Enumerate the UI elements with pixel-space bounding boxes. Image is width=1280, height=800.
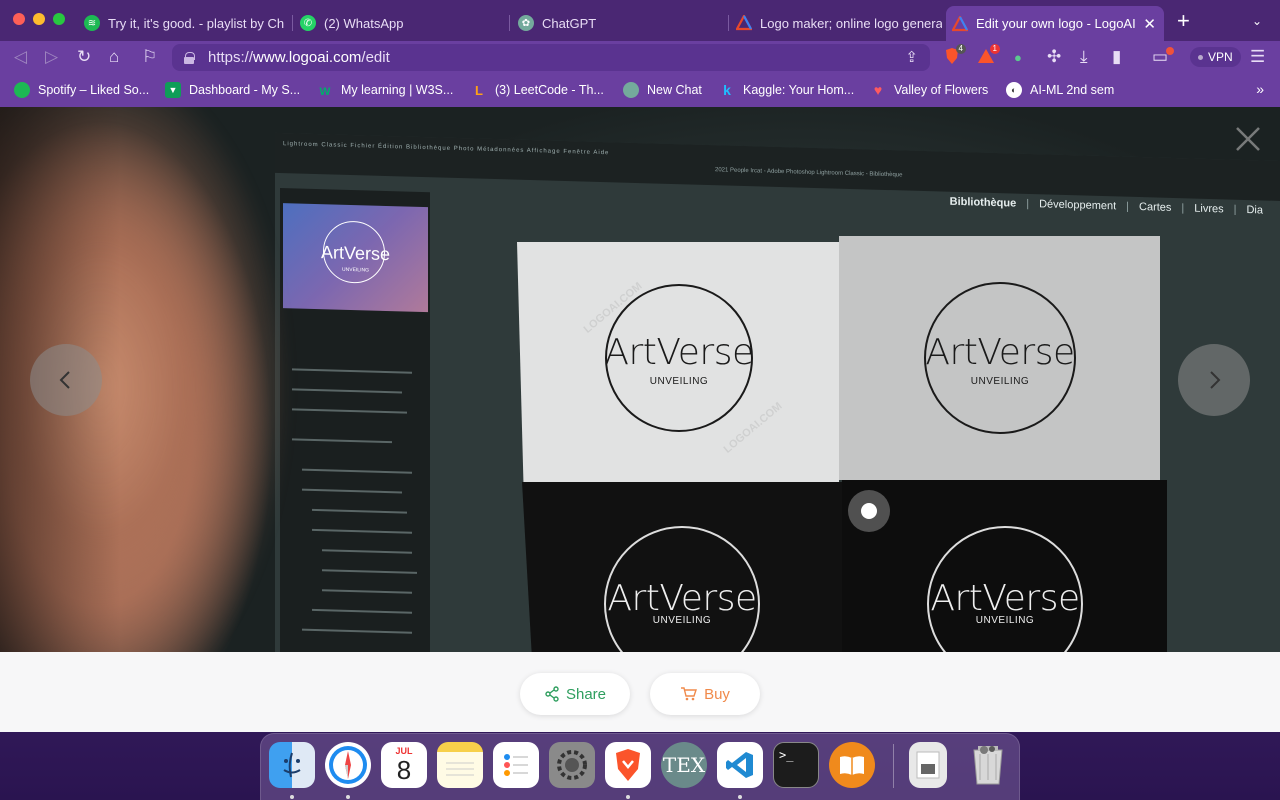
bookmark-dashboard[interactable]: ▼ Dashboard - My S...: [165, 80, 300, 100]
wallet-notification-dot: [1166, 47, 1174, 55]
logo-variant-dark-2: ArtVerse UNVEILING: [842, 480, 1167, 652]
trash-icon[interactable]: [965, 742, 1011, 788]
tab-spotify[interactable]: ≋ Try it, it's good. - playlist by Ch: [78, 8, 288, 38]
lock-icon: [184, 52, 195, 64]
tab-chatgpt[interactable]: ✿ ChatGPT: [512, 8, 722, 38]
pointer-cursor-indicator: [848, 490, 890, 532]
logo-variant-light-2: ArtVerse UNVEILING: [839, 236, 1160, 480]
globe-icon: ◐: [1006, 82, 1022, 98]
preview-doc-icon[interactable]: [909, 742, 947, 788]
tex-icon[interactable]: TEX: [661, 742, 707, 788]
vscode-icon[interactable]: [717, 742, 763, 788]
bookmark-new-chat[interactable]: New Chat: [623, 80, 702, 100]
reload-icon[interactable]: ↻: [77, 47, 91, 67]
browser-toolbar: ◁ ▷ ↻ ⌂ ⚐ https://www.logoai.com/edit ⇪ …: [0, 41, 1280, 73]
spotify-icon: [14, 82, 30, 98]
more-bookmarks-icon[interactable]: »: [1256, 81, 1264, 97]
finder-icon[interactable]: [269, 742, 315, 788]
airbnb-icon: ♥: [873, 82, 883, 98]
dashboard-icon: ▼: [165, 82, 181, 98]
sidebar-icon[interactable]: ▮: [1112, 47, 1121, 67]
bookmark-ai-ml[interactable]: ◐ AI-ML 2nd sem: [1006, 80, 1114, 100]
share-page-icon[interactable]: ⇪: [905, 48, 918, 66]
back-icon[interactable]: ◁: [14, 47, 27, 67]
calendar-icon[interactable]: JUL 8: [381, 742, 427, 788]
reminders-icon[interactable]: [493, 742, 539, 788]
logo-mockup-viewer: Lightroom Classic Fichier Édition Biblio…: [0, 107, 1280, 652]
chatgpt-icon: [623, 82, 639, 98]
brave-shields-icon[interactable]: 4: [942, 44, 966, 66]
forward-icon[interactable]: ▷: [45, 47, 58, 67]
extension-icon[interactable]: ●: [1014, 48, 1022, 68]
cart-icon: [681, 687, 698, 701]
next-mockup-button[interactable]: [1178, 344, 1250, 416]
bookmark-icon[interactable]: ⚐: [142, 47, 157, 67]
leetcode-icon: L: [475, 82, 483, 98]
chevron-left-icon: [59, 371, 70, 389]
vpn-button[interactable]: VPN: [1190, 47, 1241, 67]
notes-icon[interactable]: [437, 742, 483, 788]
bookmark-valley-of-flowers[interactable]: ♥ Valley of Flowers: [870, 80, 988, 100]
spotify-icon: ≋: [84, 15, 100, 31]
url-text: https://www.logoai.com/edit: [208, 49, 390, 66]
bookmark-kaggle[interactable]: k Kaggle: Your Hom...: [719, 80, 854, 100]
system-preferences-icon[interactable]: [549, 742, 595, 788]
brave-rewards-icon[interactable]: 1: [976, 44, 1000, 66]
tab-edit-logo[interactable]: Edit your own logo - LogoAI ✕: [946, 6, 1164, 41]
logo-variant-light-1: ArtVerse UNVEILING LOGOAI.COM LOGOAI.COM: [517, 242, 839, 482]
buy-button[interactable]: Buy: [650, 673, 760, 715]
close-tab-icon[interactable]: ✕: [1143, 15, 1156, 33]
download-icon[interactable]: ⤓: [1080, 47, 1088, 67]
action-bar: Share Buy: [0, 652, 1280, 732]
kaggle-icon: k: [723, 82, 731, 98]
bookmark-leetcode[interactable]: L (3) LeetCode - Th...: [471, 80, 604, 100]
fullscreen-window-button[interactable]: [53, 13, 65, 25]
tab-strip: ≋ Try it, it's good. - playlist by Ch ✆ …: [0, 0, 1280, 41]
tab-logo-maker[interactable]: Logo maker; online logo generat: [730, 8, 942, 38]
terminal-icon[interactable]: >_: [773, 742, 819, 788]
bookmark-w3schools[interactable]: w My learning | W3S...: [317, 80, 454, 100]
chevron-right-icon: [1210, 371, 1221, 389]
w3schools-icon: w: [319, 82, 331, 98]
close-window-button[interactable]: [13, 13, 25, 25]
logoai-icon: [736, 15, 752, 31]
logo-variant-dark-1: ArtVerse UNVEILING: [522, 482, 842, 652]
home-icon[interactable]: ⌂: [109, 47, 119, 67]
address-bar[interactable]: https://www.logoai.com/edit ⇪: [172, 44, 930, 71]
bookmark-spotify[interactable]: Spotify – Liked So...: [14, 80, 149, 100]
macos-dock: JUL 8 TEX >_: [260, 733, 1020, 800]
previous-mockup-button[interactable]: [30, 344, 102, 416]
menu-icon[interactable]: ☰: [1250, 47, 1265, 67]
bookmarks-bar: Spotify – Liked So... ▼ Dashboard - My S…: [0, 73, 1280, 107]
logoai-icon: [952, 15, 968, 32]
share-button[interactable]: Share: [520, 673, 630, 715]
tab-whatsapp[interactable]: ✆ (2) WhatsApp: [294, 8, 504, 38]
close-viewer-icon[interactable]: [1234, 125, 1262, 153]
brave-icon[interactable]: [605, 742, 651, 788]
chevron-down-icon[interactable]: ⌄: [1252, 14, 1262, 28]
share-icon: [545, 686, 559, 702]
minimize-window-button[interactable]: [33, 13, 45, 25]
chatgpt-icon: ✿: [518, 15, 534, 31]
safari-icon[interactable]: [325, 742, 371, 788]
whatsapp-icon: ✆: [300, 15, 316, 31]
books-icon[interactable]: [829, 742, 875, 788]
new-tab-button[interactable]: +: [1177, 10, 1190, 32]
puzzle-extensions-icon[interactable]: ✣: [1047, 47, 1061, 67]
